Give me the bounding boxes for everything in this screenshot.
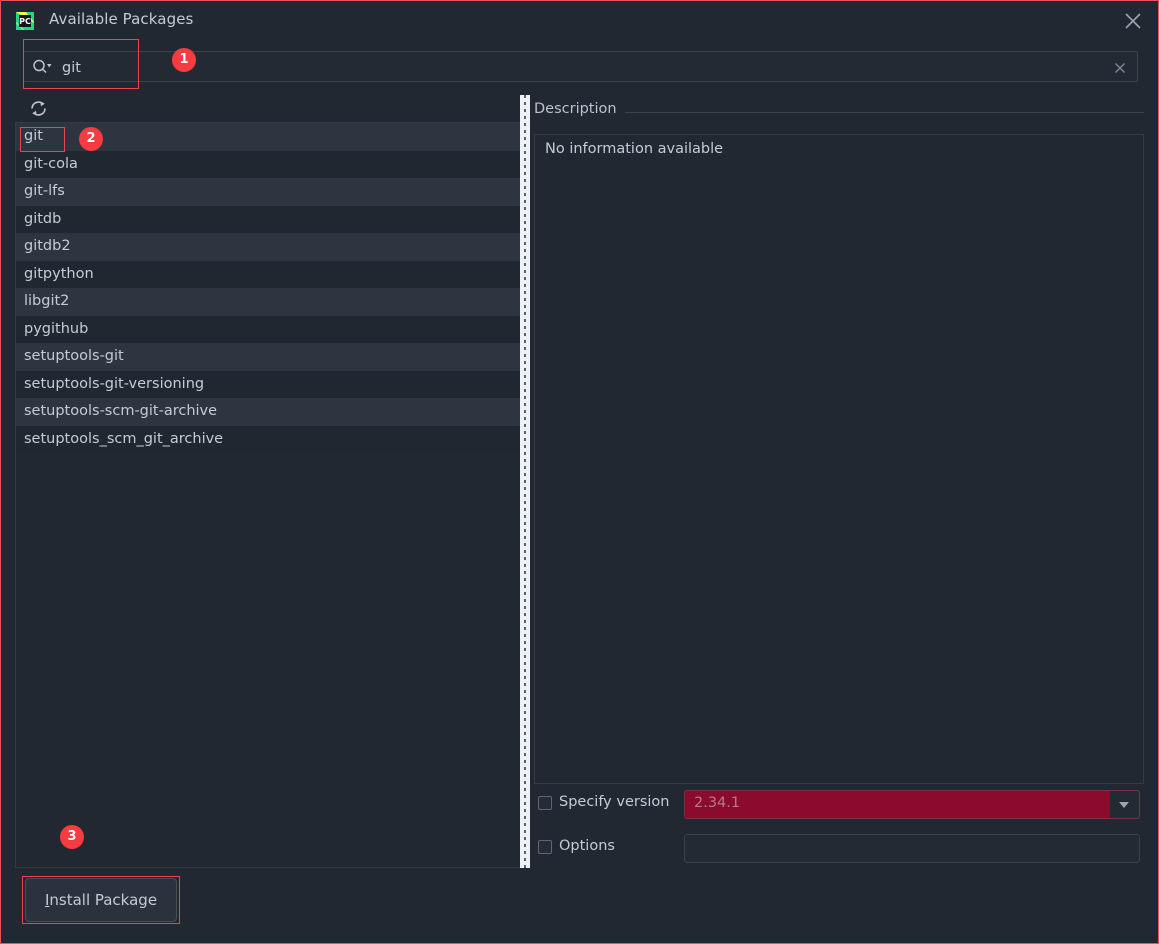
package-list-item[interactable]: setuptools-git [16,343,520,371]
package-list-item[interactable]: gitdb [16,205,520,233]
splitter-handle[interactable] [520,95,530,868]
description-title: Description [534,101,625,117]
specify-version-checkbox[interactable] [538,796,552,810]
description-panel: No information available [534,134,1144,784]
package-list-item[interactable]: setuptools-git-versioning [16,370,520,398]
search-input[interactable] [60,52,1084,83]
annotation-highlight-1 [23,39,139,89]
annotation-highlight-2 [20,127,65,152]
package-list-item[interactable]: libgit2 [16,288,520,316]
package-list-item[interactable]: gitpython [16,260,520,288]
page-title: Available Packages [49,10,194,28]
version-value: 2.34.1 [694,795,741,811]
annotation-highlight-3 [22,876,180,924]
svg-text:PC: PC [19,17,31,26]
title-bar: PC Available Packages [1,1,1158,39]
version-combobox[interactable]: 2.34.1 [684,790,1140,819]
package-list-item[interactable]: gitdb2 [16,233,520,261]
package-list-toolbar [15,95,520,123]
available-packages-dialog: PC Available Packages git git git-cola g… [0,0,1159,944]
options-row: Options [534,834,1144,863]
package-list-item[interactable]: git-lfs [16,178,520,206]
options-checkbox[interactable] [538,840,552,854]
package-list-item[interactable]: setuptools-scm-git-archive [16,398,520,426]
specify-version-row: Specify version 2.34.1 [534,790,1144,819]
annotation-badge-1: 1 [172,48,196,72]
splitter-grip-dots [524,95,526,868]
annotation-badge-3: 3 [60,825,84,849]
options-label: Options [559,838,615,854]
description-text: No information available [545,141,724,157]
package-list-item[interactable]: setuptools_scm_git_archive [16,425,520,453]
package-list[interactable]: git git-cola git-lfs gitdb gitdb2 gitpython li… [15,123,520,868]
specify-version-label: Specify version [559,794,670,810]
package-list-item[interactable]: git-cola [16,150,520,178]
options-input[interactable] [684,834,1140,863]
close-icon[interactable] [1122,10,1144,32]
description-divider [534,112,1144,113]
clear-search-icon[interactable] [1113,60,1127,74]
package-list-item[interactable]: pygithub [16,315,520,343]
pycharm-icon: PC [14,10,36,32]
annotation-badge-2: 2 [79,127,103,151]
description-header: Description [534,101,1144,123]
chevron-down-icon[interactable] [1110,791,1139,818]
refresh-icon[interactable] [28,98,49,119]
